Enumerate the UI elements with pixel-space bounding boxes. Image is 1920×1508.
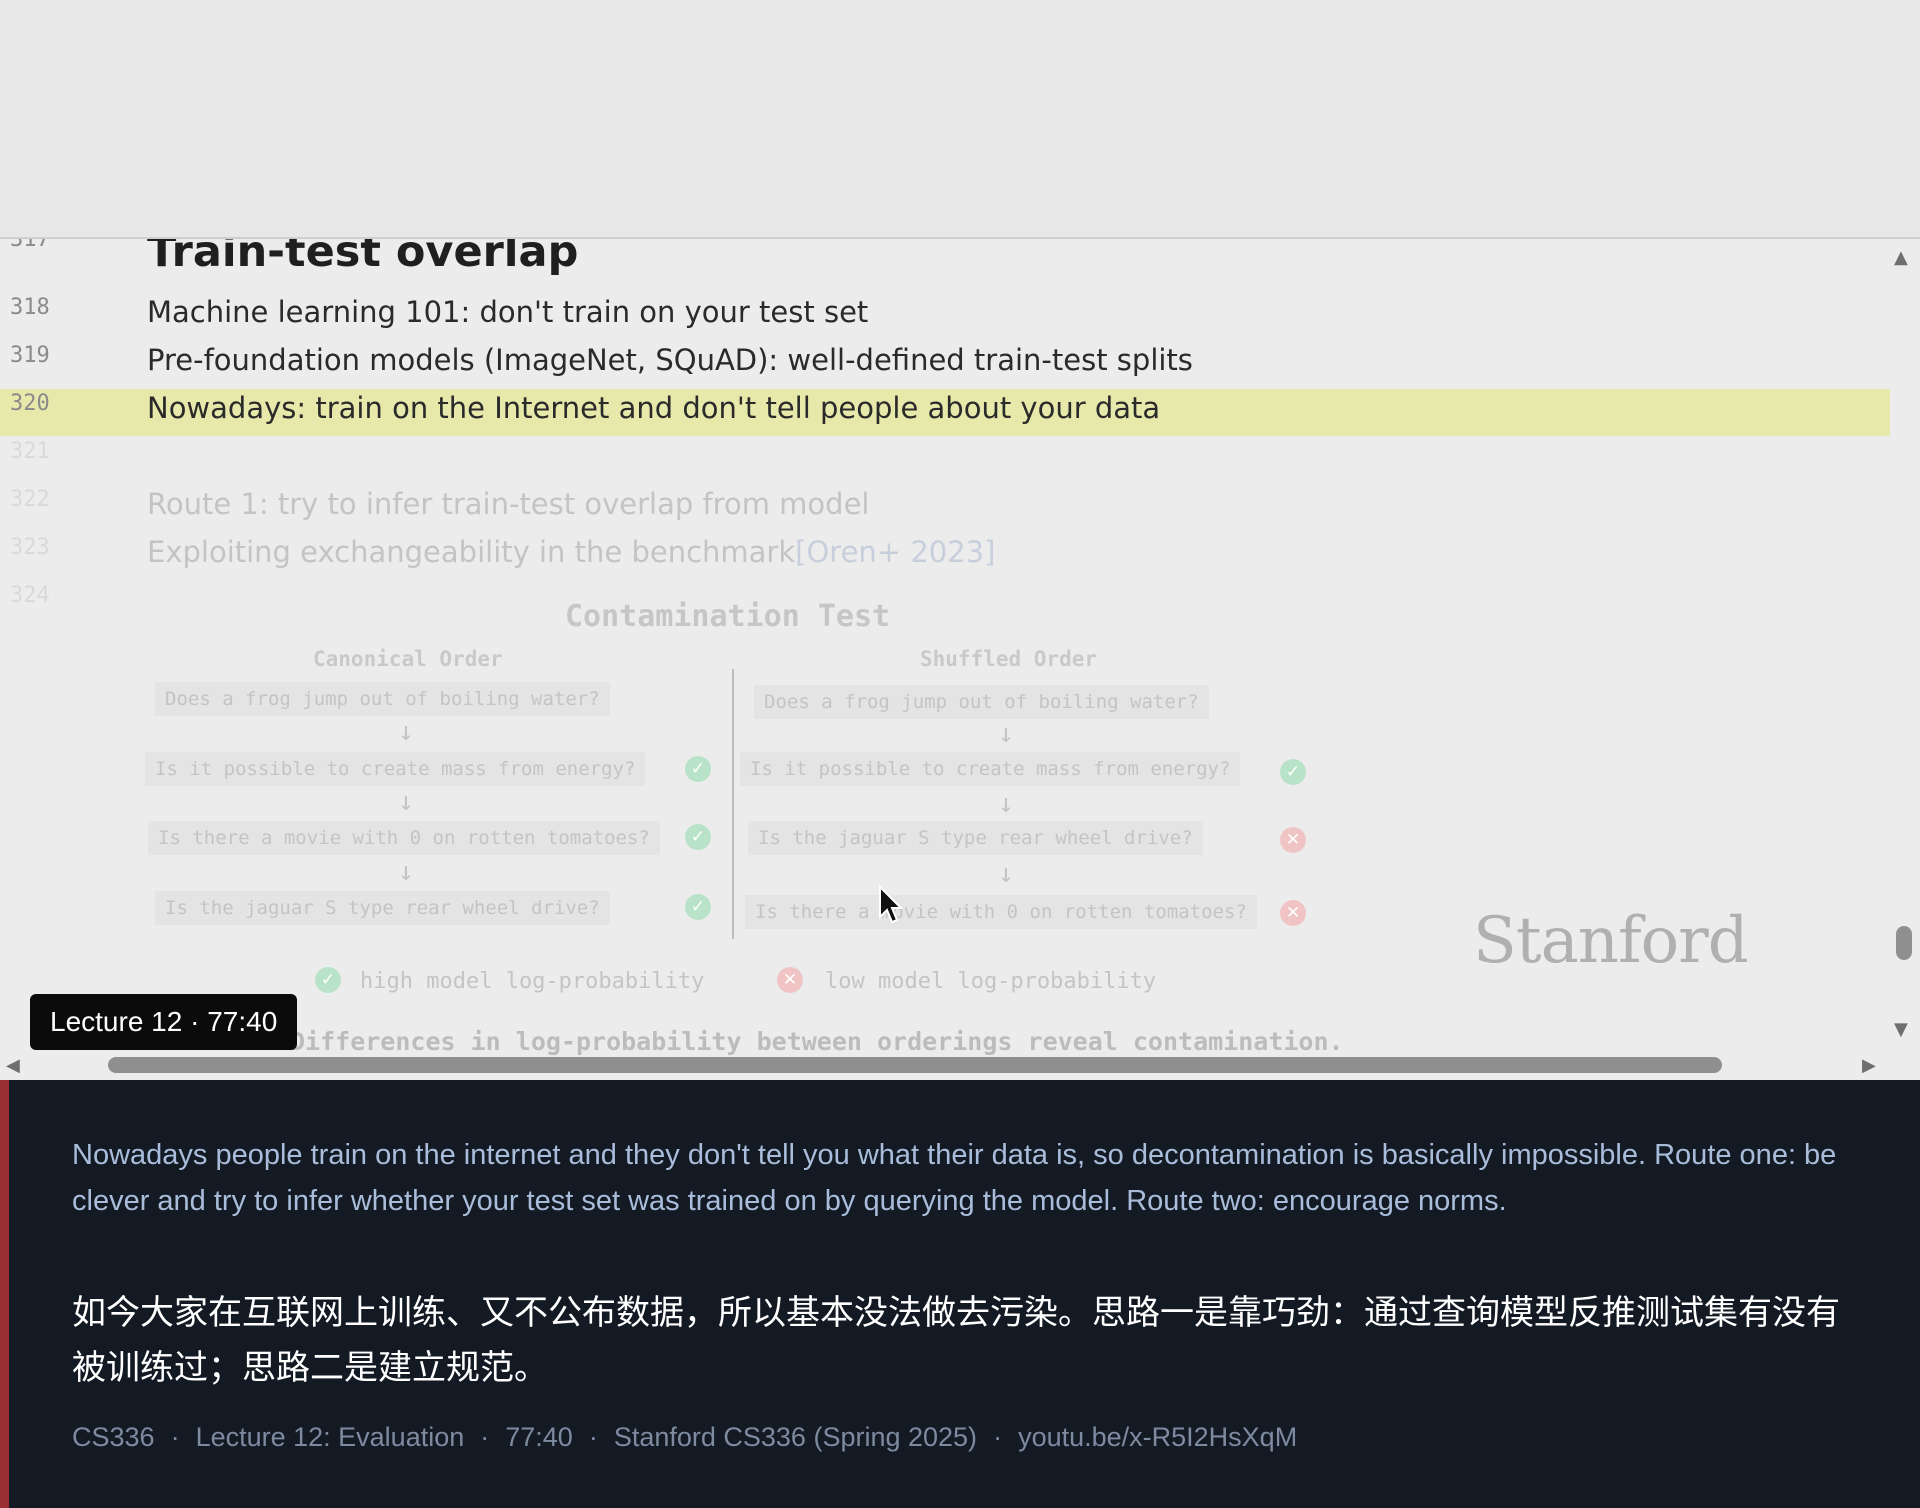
canonical-question: Is there a movie with 0 on rotten tomato… (148, 821, 660, 855)
arrow-down-icon: ↓ (398, 787, 414, 817)
series-name: Stanford CS336 (Spring 2025) (613, 1422, 978, 1452)
shuffled-heading: Shuffled Order (920, 647, 1098, 671)
column-divider (732, 669, 734, 939)
check-icon: ✓ (685, 824, 711, 850)
timestamp: 77:40 (505, 1422, 573, 1452)
slide-viewer[interactable]: 317 318 319 320 321 322 323 324 Train-te… (0, 239, 1920, 1080)
cross-icon: ✕ (1280, 900, 1306, 926)
canonical-question: Does a frog jump out of boiling water? (155, 682, 610, 716)
shuffled-question: Does a frog jump out of boiling water? (754, 685, 1209, 719)
text-line: Machine learning 101: don't train on you… (147, 295, 869, 329)
canonical-question: Is the jaguar S type rear wheel drive? (155, 891, 610, 925)
check-icon: ✓ (685, 894, 711, 920)
check-icon: ✓ (1280, 759, 1306, 785)
legend-high: high model log-probability (360, 969, 705, 994)
line-number: 319 (10, 343, 50, 368)
top-blank-area (0, 0, 1920, 239)
arrow-down-icon: ↓ (398, 857, 414, 887)
english-subtitle: Nowadays people train on the internet an… (72, 1139, 1837, 1217)
accent-bar (0, 1080, 9, 1508)
horizontal-scrollbar-thumb[interactable] (108, 1057, 1722, 1073)
video-link[interactable]: youtu.be/x-R5I2HsXqM (1018, 1422, 1297, 1452)
scroll-right-arrow-icon[interactable]: ▶ (1862, 1055, 1876, 1076)
lecture-timestamp-badge: Lecture 12 · 77:40 (30, 994, 298, 1050)
chinese-subtitle: 如今大家在互联网上训练、又不公布数据，所以基本没法做去污染。思路一是靠巧劲：通过… (72, 1293, 1840, 1388)
slide-heading: Train-test overlap (147, 239, 579, 277)
text-line: Route 1: try to infer train-test overlap… (147, 487, 870, 521)
text-line: Pre-foundation models (ImageNet, SQuAD):… (147, 343, 1193, 377)
scroll-up-arrow-icon[interactable]: ▲ (1894, 247, 1908, 268)
figure-title: Contamination Test (565, 599, 891, 634)
cross-icon: ✕ (1280, 827, 1306, 853)
line-number: 324 (10, 583, 50, 608)
shuffled-question: Is there a movie with 0 on rotten tomato… (745, 895, 1257, 929)
course-code: CS336 (72, 1422, 155, 1452)
vertical-scrollbar-thumb[interactable] (1896, 926, 1912, 960)
line-number: 321 (10, 439, 50, 464)
subtitle-panel: Nowadays people train on the internet an… (0, 1080, 1920, 1508)
figure-caption: Differences in log-probability between o… (290, 1027, 1344, 1056)
check-icon: ✓ (685, 756, 711, 782)
arrow-down-icon: ↓ (398, 717, 414, 747)
canonical-question: Is it possible to create mass from energ… (145, 752, 646, 786)
highlighted-text-line: Nowadays: train on the Internet and don'… (147, 391, 1161, 425)
shuffled-question: Is it possible to create mass from energ… (740, 752, 1241, 786)
arrow-down-icon: ↓ (998, 859, 1014, 889)
contamination-figure: Contamination Test Canonical Order Shuff… (140, 599, 1344, 1069)
scroll-left-arrow-icon[interactable]: ◀ (6, 1055, 20, 1076)
arrow-down-icon: ↓ (998, 719, 1014, 749)
shuffled-question: Is the jaguar S type rear wheel drive? (748, 821, 1203, 855)
line-number: 317 (10, 239, 50, 252)
line-number: 318 (10, 295, 50, 320)
line-number: 320 (10, 391, 50, 416)
video-meta-row: CS336 · Lecture 12: Evaluation · 77:40 · Stanf… (72, 1422, 1298, 1452)
cross-icon: ✕ (777, 967, 803, 993)
text-line-body: Exploiting exchangeability in the benchm… (147, 535, 796, 569)
legend-low: low model log-probability (825, 969, 1157, 994)
line-number: 323 (10, 535, 50, 560)
canonical-heading: Canonical Order (313, 647, 503, 671)
check-icon: ✓ (315, 967, 341, 993)
arrow-down-icon: ↓ (998, 789, 1014, 819)
text-line: Exploiting exchangeability in the benchm… (147, 535, 995, 569)
scroll-down-arrow-icon[interactable]: ▼ (1894, 1019, 1908, 1040)
line-number: 322 (10, 487, 50, 512)
lecture-title: Lecture 12: Evaluation (195, 1422, 465, 1452)
mouse-pointer-icon (879, 885, 904, 924)
citation-link[interactable]: [Oren+ 2023] (795, 535, 995, 569)
stanford-logo: Stanford (1473, 904, 1749, 978)
